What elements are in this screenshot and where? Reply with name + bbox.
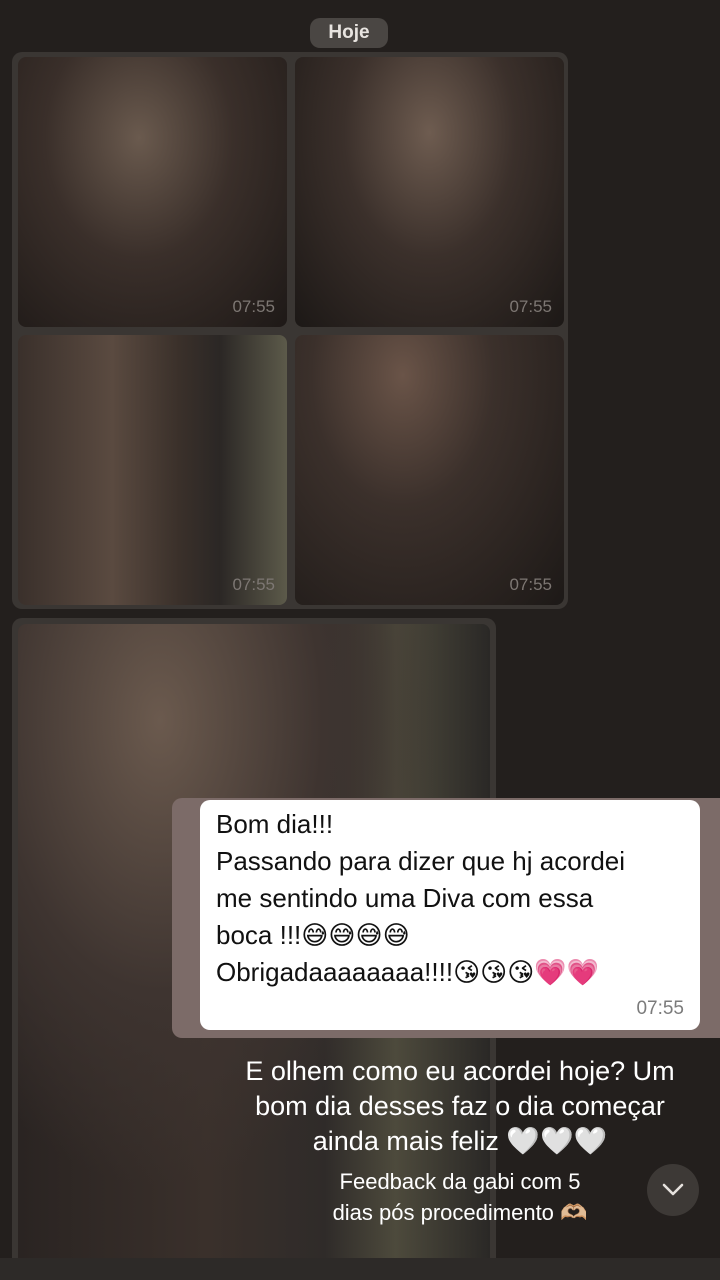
story-subcaption: Feedback da gabi com 5 dias pós procedim…: [210, 1166, 710, 1228]
album-photo-2[interactable]: 07:55: [295, 57, 564, 327]
date-divider: Hoje: [310, 18, 388, 48]
subcaption-line: Feedback da gabi com 5: [339, 1169, 581, 1194]
photo-timestamp: 07:55: [232, 575, 275, 594]
message-line: Passando para dizer que hj acordei: [216, 846, 626, 876]
photo-timestamp: 07:55: [232, 297, 275, 316]
message-line: Obrigadaaaaaaaa!!!!😘😘😘💗💗: [216, 957, 600, 987]
message-timestamp: 07:55: [636, 998, 684, 1019]
album-photo-3[interactable]: 07:55: [18, 335, 287, 605]
message-line: Bom dia!!!: [216, 809, 334, 839]
bottom-bar: [0, 1258, 720, 1280]
scroll-down-button[interactable]: [647, 1164, 699, 1216]
album-photo-4[interactable]: 07:55: [295, 335, 564, 605]
caption-line: bom dia desses faz o dia começar: [255, 1091, 665, 1121]
photo-timestamp: 07:55: [509, 575, 552, 594]
story-caption: E olhem como eu acordei hoje? Um bom dia…: [210, 1054, 710, 1159]
chevron-down-icon: [662, 1183, 684, 1196]
subcaption-line: dias pós procedimento 🫶🏼: [332, 1200, 588, 1225]
photo-timestamp: 07:55: [509, 297, 552, 316]
message-line: boca !!!😅😅😅😅: [216, 920, 410, 950]
caption-line: ainda mais feliz 🤍🤍🤍: [312, 1126, 608, 1156]
caption-line: E olhem como eu acordei hoje? Um: [245, 1056, 675, 1086]
album-photo-1[interactable]: 07:55: [18, 57, 287, 327]
message-line: me sentindo uma Diva com essa: [216, 883, 594, 913]
message-bubble[interactable]: Bom dia!!! Passando para dizer que hj ac…: [200, 800, 700, 1030]
